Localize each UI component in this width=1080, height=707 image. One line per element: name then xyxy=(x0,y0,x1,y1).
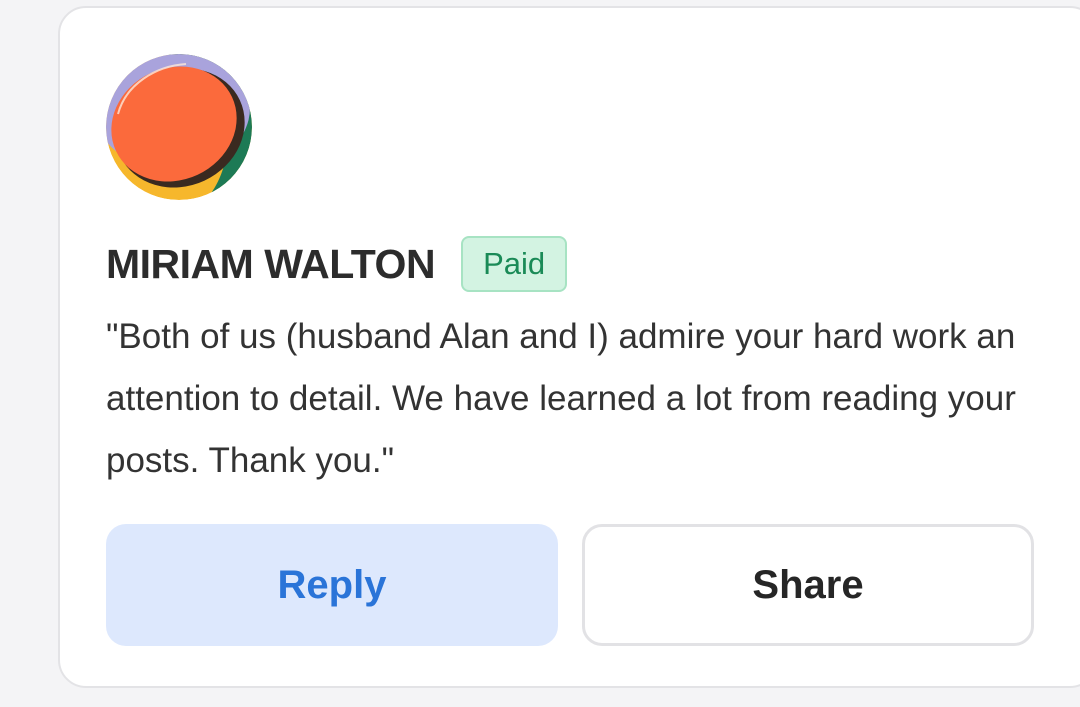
abstract-circle-avatar-icon xyxy=(106,54,252,200)
author-name[interactable]: MIRIAM WALTON xyxy=(106,241,436,288)
reply-button[interactable]: Reply xyxy=(106,524,558,646)
share-button[interactable]: Share xyxy=(582,524,1034,646)
comment-text: "Both of us (husband Alan and I) admire … xyxy=(106,317,1016,480)
comment-card: MIRIAM WALTON Paid "Both of us (husband … xyxy=(58,6,1080,688)
author-row: MIRIAM WALTON Paid xyxy=(106,234,568,294)
paid-badge: Paid xyxy=(461,236,568,292)
avatar[interactable] xyxy=(106,54,252,200)
